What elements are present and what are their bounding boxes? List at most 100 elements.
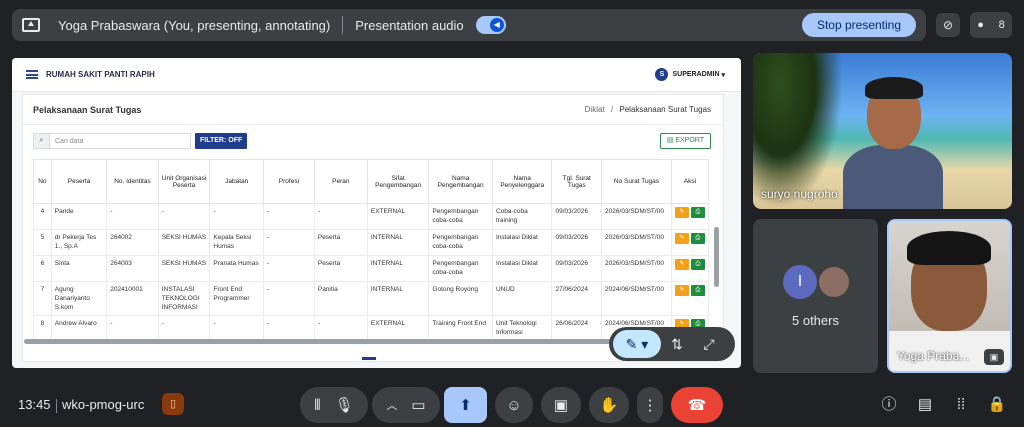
column-header[interactable]: Nama Pengembangan [428,159,493,204]
breadcrumb-parent[interactable]: Diklat [585,105,605,114]
chat-icon[interactable]: ▤ [914,394,936,416]
info-icon[interactable]: ⓘ [878,394,900,416]
participant-name: Yoga Praba... [897,349,970,363]
actions-cell: ✎ ⎙ [670,255,710,282]
cell: SEKSI HUMAS [157,229,211,256]
cell: Instalasi Diklat [491,255,553,282]
others-tile[interactable] [753,219,878,373]
participant-tile-speaker[interactable]: suryo nugroho [753,53,1012,209]
caret-down-icon: ▾ [719,71,725,79]
cell: Andrew Alvaro [50,315,108,342]
participant-hair [907,231,991,265]
export-button[interactable]: ▤ EXPORT [659,133,711,149]
captions-button[interactable]: ▣ [541,387,581,423]
cell: 2026/03/SDM/ST/00 [601,255,672,282]
cell: - [313,315,368,342]
column-header[interactable]: No [33,159,52,204]
present-now-button[interactable]: ⬆ [444,387,487,423]
presentation-audio-toggle[interactable]: ◀ [475,16,506,34]
cell: - [262,203,315,230]
people-icon: ● [977,19,984,31]
column-header[interactable]: Peran [313,159,368,204]
audio-level-icon: ⦀ [314,396,321,414]
breadcrumb-separator: / [610,105,614,114]
print-icon[interactable]: ⎙ [690,259,705,270]
meeting-badge-icon[interactable]: ▯ [162,393,184,415]
emoji-button[interactable]: ☺ [495,387,533,423]
column-header[interactable]: Unit Organisasi Peserta [157,159,211,204]
camera-off-icon[interactable]: ⊘ [936,13,960,37]
print-icon[interactable]: ⎙ [690,233,705,244]
cell: EXTERNAL [366,203,430,230]
cell: INTERNAL [366,281,430,316]
column-header[interactable]: No. Identitas [106,159,159,204]
cell: Instalasi Diklat [491,229,553,256]
data-table: No Peserta No. Identitas Unit Organisasi… [33,159,710,342]
column-header: Aksi [670,159,710,204]
user-menu[interactable]: S SUPERADMIN ▾ [655,68,725,81]
cell: 09/03/2026 [551,255,603,282]
cell: - [262,229,315,256]
present-icon [22,18,40,32]
presenting-bar: Yoga Prabaswara (You, presenting, annota… [12,9,926,41]
cell: Peserta [313,255,368,282]
cell: Pengembangan coba-coba [428,255,493,282]
cell: Kepala Seksi Humas [209,229,264,256]
scrollbar-thumb[interactable] [714,227,719,287]
raise-hand-button[interactable]: ✋ [589,387,629,423]
more-options-button[interactable]: ⋮ [637,387,663,423]
cell: Gotong Royong [428,281,493,316]
filter-button[interactable]: FILTER: OFF [195,133,248,149]
column-header[interactable]: Tgl. Surat Tugas [551,159,603,204]
content-card: Pelaksanaan Surat Tugas Diklat / Pelaksa… [22,94,724,362]
chevron-up-icon: ︿ [386,400,398,412]
pen-icon[interactable]: ✎ ▾ [613,330,661,358]
end-call-button[interactable]: ☎ [671,387,723,423]
edit-icon[interactable]: ✎ [674,259,689,270]
print-icon[interactable]: ⎙ [690,207,705,218]
mic-button[interactable]: ⦀ 🎙 [300,387,368,423]
search-input[interactable]: ⌕ Cari data [33,133,191,149]
participants-button[interactable]: ● 8 [970,12,1012,38]
mic-icon: 🎙 [334,397,354,414]
export-label: EXPORT [675,137,704,144]
participant-tile-self[interactable]: Yoga Praba... ▣ [887,219,1012,373]
cell: 26/06/2024 [551,315,603,342]
cell: Training Front End [428,315,493,342]
pip-icon[interactable]: ▣ [984,349,1004,365]
swap-icon[interactable]: ⇅ [661,330,693,358]
menu-icon[interactable] [26,70,38,79]
meeting-code: wko-pmog-urc [62,397,145,412]
scrollbar-thumb[interactable] [24,339,624,344]
column-header[interactable]: Nama Penyelenggara [491,159,553,204]
column-header[interactable]: Profesi [262,159,315,204]
participant-video [843,77,943,209]
cell: 264003 [106,255,159,282]
cell: 2024/06/SDM/ST/00 [601,281,672,316]
toolbar: ⌕ Cari data FILTER: OFF [33,133,248,149]
stop-presenting-button[interactable]: Stop presenting [802,13,916,37]
column-header[interactable]: Peserta [50,159,108,204]
edit-icon[interactable]: ✎ [674,285,689,296]
print-icon[interactable]: ⎙ [690,285,705,296]
cell: Sinta [50,255,108,282]
cell: - [106,203,159,230]
column-header[interactable]: No Surat Tugas [601,159,672,204]
column-header[interactable]: Sifat Pengembangan [366,159,430,204]
expand-icon[interactable]: ⤢ [693,330,725,358]
actions-cell: ✎ ⎙ [670,203,710,230]
table-row: 4 Pande - - - - - EXTERNAL Pengembangan … [33,203,710,230]
cell: Unit Teknologi Informasi [491,315,553,342]
camera-button[interactable]: ︿ ▭ [372,387,440,423]
edit-icon[interactable]: ✎ [674,233,689,244]
present-now-icon: ⬆ [459,397,472,414]
participant-hair [865,77,923,99]
lock-icon[interactable]: 🔒 [986,394,1008,416]
shared-screen: RUMAH SAKIT PANTI RAPIH S SUPERADMIN ▾ P… [12,58,741,368]
cell: INTERNAL [366,255,430,282]
more-icon: ⋮ [642,397,658,414]
column-header[interactable]: Jabatan [209,159,264,204]
edit-icon[interactable]: ✎ [674,207,689,218]
activities-icon[interactable]: ⁞⁞ [950,394,972,416]
cell: - [262,281,315,316]
